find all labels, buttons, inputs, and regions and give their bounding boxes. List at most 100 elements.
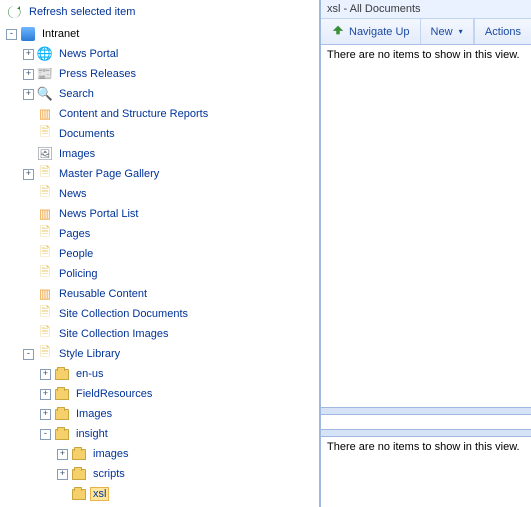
expand-icon[interactable]: + [23, 89, 34, 100]
spacer-icon [23, 109, 34, 120]
node-label[interactable]: insight [73, 427, 111, 441]
tree-node-site-coll-imgs[interactable]: 🗎 Site Collection Images [23, 324, 319, 344]
lower-pane-header [321, 429, 531, 437]
expand-icon[interactable]: + [40, 369, 51, 380]
tree-node-people[interactable]: 🗎 People [23, 244, 319, 264]
node-label[interactable]: Pages [56, 227, 93, 241]
site-icon [20, 26, 36, 42]
tree-node-style-library[interactable]: - 🗎 Style Library [23, 344, 319, 364]
tree-node-en-us[interactable]: + en-us [40, 364, 319, 384]
tree-node-insight-xsl[interactable]: xsl [57, 484, 319, 504]
folder-icon [71, 486, 87, 502]
node-label[interactable]: Press Releases [56, 67, 139, 81]
collapse-icon[interactable]: - [6, 29, 17, 40]
subsite-icon: 📰 [37, 66, 53, 82]
node-label[interactable]: News Portal [56, 47, 121, 61]
folder-icon [54, 386, 70, 402]
node-label[interactable]: Documents [56, 127, 118, 141]
tree-node-policing[interactable]: 🗎 Policing [23, 264, 319, 284]
list-icon: ▥ [37, 106, 53, 122]
expand-icon[interactable]: + [40, 409, 51, 420]
expand-icon[interactable]: + [40, 389, 51, 400]
spacer-icon [23, 129, 34, 140]
spacer-icon [23, 229, 34, 240]
expand-icon[interactable]: + [23, 49, 34, 60]
navigate-up-icon [331, 23, 345, 40]
node-label[interactable]: Intranet [39, 27, 82, 41]
node-label-selected[interactable]: xsl [90, 487, 109, 501]
tree-node-images[interactable]: 🖼 Images [23, 144, 319, 164]
tree-node-master-page[interactable]: + 🗎 Master Page Gallery [23, 164, 319, 184]
page-library-icon: 🗎 [37, 226, 53, 242]
spacer-icon [23, 149, 34, 160]
content-body: There are no items to show in this view. [321, 45, 531, 407]
node-label[interactable]: Search [56, 87, 97, 101]
node-label[interactable]: Site Collection Images [56, 327, 171, 341]
tree-node-news-portal-list[interactable]: ▥ News Portal List [23, 204, 319, 224]
collapse-icon[interactable]: - [40, 429, 51, 440]
spacer-icon [23, 209, 34, 220]
node-label[interactable]: News Portal List [56, 207, 141, 221]
actions-button[interactable]: Actions [474, 19, 531, 44]
folder-icon [71, 466, 87, 482]
actions-label: Actions [485, 26, 521, 38]
folder-icon [54, 406, 70, 422]
navigate-up-button[interactable]: Navigate Up [321, 19, 421, 44]
chevron-down-icon: ▾ [459, 27, 463, 36]
node-label[interactable]: scripts [90, 467, 128, 481]
refresh-label: Refresh selected item [29, 6, 135, 18]
node-label[interactable]: Content and Structure Reports [56, 107, 211, 121]
expand-icon[interactable]: + [57, 469, 68, 480]
content-pane: xsl - All Documents Navigate Up New ▾ Ac… [320, 0, 531, 507]
tree-node-field-resources[interactable]: + FieldResources [40, 384, 319, 404]
tree-node-reusable[interactable]: ▥ Reusable Content [23, 284, 319, 304]
tree-node-csr[interactable]: ▥ Content and Structure Reports [23, 104, 319, 124]
node-label[interactable]: Reusable Content [56, 287, 150, 301]
node-label[interactable]: Style Library [56, 347, 123, 361]
pane-separator[interactable] [321, 407, 531, 415]
node-label[interactable]: Site Collection Documents [56, 307, 191, 321]
spacer-icon [23, 289, 34, 300]
expand-icon[interactable]: + [57, 449, 68, 460]
page-library-icon: 🗎 [37, 186, 53, 202]
tree-node-images-folder[interactable]: + Images [40, 404, 319, 424]
refresh-selected-item[interactable]: Refresh selected item [6, 2, 319, 24]
node-label[interactable]: Images [56, 147, 98, 161]
node-label[interactable]: Images [73, 407, 115, 421]
expand-icon[interactable]: + [23, 69, 34, 80]
site-tree: - Intranet + 🌐 News Portal + 📰 Press Rel… [6, 24, 319, 504]
spacer-icon [23, 249, 34, 260]
node-label[interactable]: News [56, 187, 90, 201]
tree-node-site-coll-docs[interactable]: 🗎 Site Collection Documents [23, 304, 319, 324]
document-library-icon: 🗎 [37, 126, 53, 142]
node-label[interactable]: People [56, 247, 96, 261]
folder-icon [54, 366, 70, 382]
node-label[interactable]: Master Page Gallery [56, 167, 162, 181]
expand-icon[interactable]: + [23, 169, 34, 180]
tree-node-documents[interactable]: 🗎 Documents [23, 124, 319, 144]
node-label[interactable]: FieldResources [73, 387, 155, 401]
tree-node-news[interactable]: 🗎 News [23, 184, 319, 204]
folder-icon [54, 426, 70, 442]
navigate-up-label: Navigate Up [349, 26, 410, 38]
lower-pane-body: There are no items to show in this view. [321, 437, 531, 507]
node-label[interactable]: images [90, 447, 131, 461]
spacer-icon [23, 189, 34, 200]
node-label[interactable]: Policing [56, 267, 101, 281]
tree-node-intranet[interactable]: - Intranet [6, 24, 319, 44]
tree-node-news-portal[interactable]: + 🌐 News Portal [23, 44, 319, 64]
tree-node-press-releases[interactable]: + 📰 Press Releases [23, 64, 319, 84]
node-label[interactable]: en-us [73, 367, 107, 381]
tree-node-insight-scripts[interactable]: + scripts [57, 464, 319, 484]
spacer-icon [23, 269, 34, 280]
page-library-icon: 🗎 [37, 266, 53, 282]
search-site-icon: 🔍 [37, 86, 53, 102]
tree-node-search[interactable]: + 🔍 Search [23, 84, 319, 104]
collapse-icon[interactable]: - [23, 349, 34, 360]
tree-node-pages[interactable]: 🗎 Pages [23, 224, 319, 244]
folder-icon [71, 446, 87, 462]
picture-library-icon: 🖼 [37, 146, 53, 162]
tree-node-insight-images[interactable]: + images [57, 444, 319, 464]
new-button[interactable]: New ▾ [421, 19, 474, 44]
tree-node-insight[interactable]: - insight [40, 424, 319, 444]
